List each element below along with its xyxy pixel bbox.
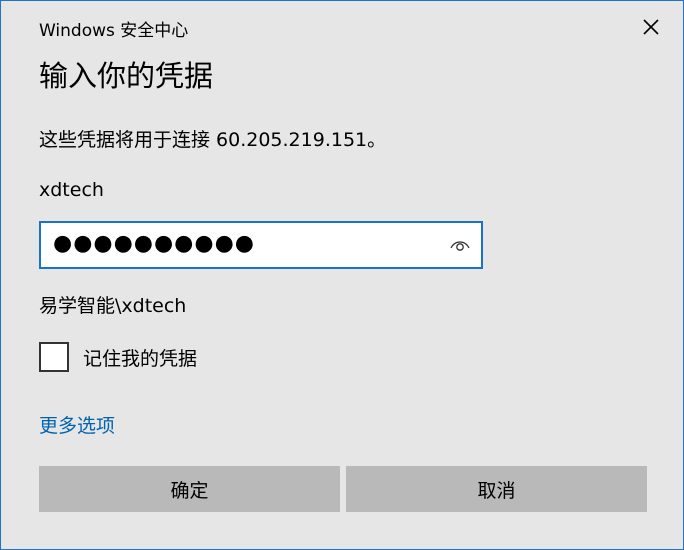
ok-button[interactable]: 确定 [39, 466, 340, 512]
cancel-button[interactable]: 取消 [346, 466, 647, 512]
username-label: xdtech [39, 179, 104, 201]
connection-info: 这些凭据将用于连接 60.205.219.151。 [39, 129, 387, 151]
dialog-heading: 输入你的凭据 [39, 59, 214, 93]
remember-label: 记住我的凭据 [83, 347, 198, 370]
password-value: ●●●●●●●●●● [53, 231, 255, 256]
domain-user-label: 易学智能\xdtech [39, 295, 187, 317]
remember-credentials[interactable]: 记住我的凭据 [39, 342, 197, 372]
close-button[interactable] [637, 13, 665, 41]
close-icon [643, 19, 659, 35]
credential-dialog: Windows 安全中心 输入你的凭据 这些凭据将用于连接 60.205.219… [0, 0, 684, 550]
window-title: Windows 安全中心 [39, 21, 189, 41]
password-field[interactable]: ●●●●●●●●●● [39, 221, 483, 269]
remember-checkbox[interactable] [39, 342, 69, 372]
more-options-link[interactable]: 更多选项 [39, 411, 115, 438]
eye-icon[interactable] [449, 235, 471, 255]
